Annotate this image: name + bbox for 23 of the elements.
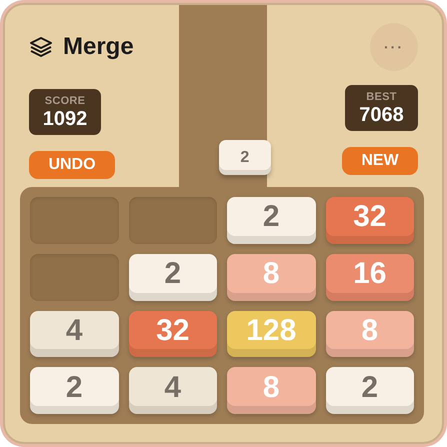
number-tile: 128 bbox=[227, 310, 316, 358]
number-tile: 32 bbox=[128, 310, 217, 358]
number-tile: 4 bbox=[128, 367, 217, 414]
number-tile: 2 bbox=[326, 367, 414, 414]
more-button[interactable]: ··· bbox=[370, 23, 418, 71]
game-title: Merge bbox=[63, 32, 134, 62]
score-value: 1092 bbox=[42, 108, 88, 128]
number-tile: 16 bbox=[326, 254, 414, 300]
number-tile: 4 bbox=[30, 310, 118, 358]
layers-icon bbox=[29, 36, 53, 58]
best-label: BEST bbox=[366, 92, 397, 102]
next-tile: 2 bbox=[218, 140, 271, 175]
number-tile: 2 bbox=[128, 254, 217, 300]
best-value: 7068 bbox=[359, 104, 404, 124]
number-tile: 2 bbox=[30, 367, 118, 414]
number-tile: 8 bbox=[326, 310, 414, 358]
new-game-button[interactable]: NEW bbox=[342, 147, 418, 175]
score-label: SCORE bbox=[44, 96, 86, 106]
undo-button[interactable]: UNDO bbox=[29, 151, 115, 179]
number-tile: 8 bbox=[227, 254, 316, 300]
number-tile: 8 bbox=[227, 367, 316, 414]
number-tile: 32 bbox=[326, 197, 414, 244]
number-tile: 2 bbox=[227, 197, 316, 244]
